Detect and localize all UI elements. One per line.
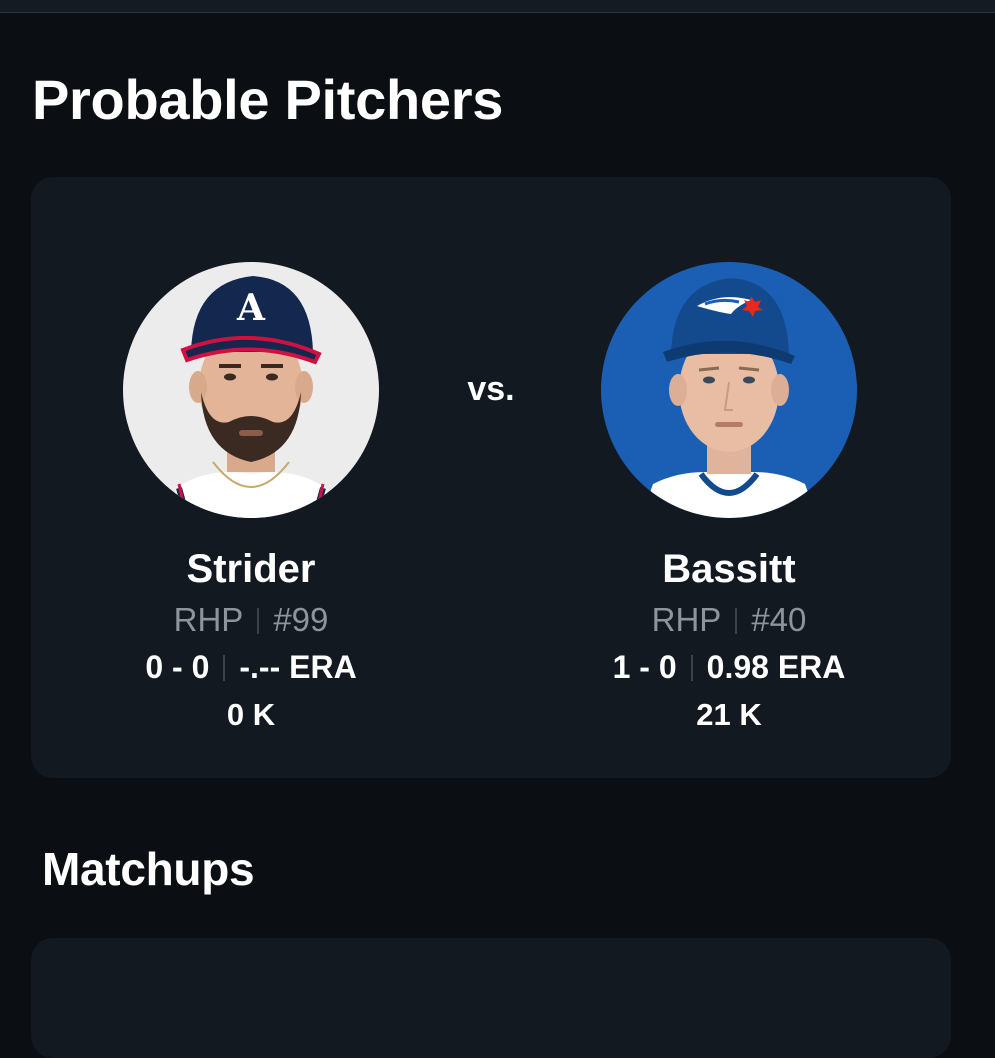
top-bar [0, 0, 995, 13]
probable-pitchers-title: Probable Pitchers [32, 68, 504, 131]
divider [735, 608, 738, 634]
pitcher-away[interactable]: Bassitt RHP #40 1 - 0 0.98 ERA 21 K [579, 262, 879, 736]
svg-text:A: A [236, 287, 266, 329]
pitcher-home-stats: 0 - 0 -.-- ERA [101, 645, 401, 689]
pitcher-home-name[interactable]: Strider [101, 544, 401, 594]
vs-label: vs. [467, 370, 515, 408]
pitcher-home-number: #99 [273, 601, 329, 638]
probable-pitchers-card[interactable]: A Strider RHP #99 0 - 0 -.-- ERA 0 K vs. [31, 177, 951, 778]
pitcher-away-strikeouts: 21 K [696, 697, 762, 732]
pitcher-home[interactable]: A Strider RHP #99 0 - 0 -.-- ERA 0 K [101, 262, 401, 736]
divider [223, 655, 226, 681]
matchups-title: Matchups [42, 843, 255, 895]
pitcher-away-name[interactable]: Bassitt [579, 544, 879, 594]
pitcher-away-stats: 1 - 0 0.98 ERA [579, 645, 879, 689]
pitcher-home-avatar[interactable]: A [123, 262, 379, 518]
pitcher-home-hand: RHP [173, 601, 244, 638]
pitcher-away-record: 1 - 0 [612, 649, 677, 685]
divider [257, 608, 260, 634]
pitcher-home-strikeouts: 0 K [226, 697, 276, 732]
matchups-card[interactable] [31, 938, 951, 1058]
pitcher-away-meta: RHP #40 [579, 598, 879, 642]
pitcher-away-number: #40 [751, 601, 807, 638]
pitcher-home-record: 0 - 0 [145, 649, 210, 685]
divider [690, 655, 693, 681]
pitcher-home-era: -.-- ERA [239, 649, 357, 685]
pitcher-away-era: 0.98 ERA [706, 649, 846, 685]
pitcher-away-avatar[interactable] [601, 262, 857, 518]
pitcher-home-meta: RHP #99 [101, 598, 401, 642]
pitcher-away-hand: RHP [651, 601, 722, 638]
